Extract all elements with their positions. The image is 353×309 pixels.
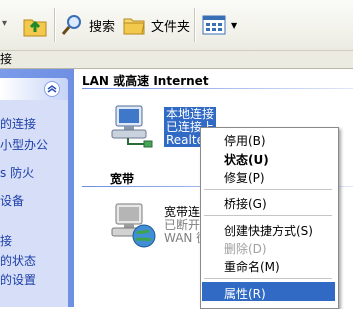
- address-bar: 接: [0, 51, 353, 69]
- menu-separator: [204, 189, 332, 190]
- menu-item-create-shortcut[interactable]: 创建快捷方式(S): [224, 222, 313, 239]
- toolbar-separator: [194, 8, 195, 42]
- search-icon: [61, 15, 81, 35]
- local-connection-item[interactable]: [108, 100, 164, 154]
- task-link[interactable]: 的状态: [0, 252, 36, 269]
- views-button[interactable]: ▼: [202, 10, 237, 40]
- menu-item-status[interactable]: 状态(U): [224, 151, 269, 168]
- group-header-lan: LAN 或高速 Internet: [82, 74, 209, 88]
- search-label: 搜索: [89, 19, 116, 35]
- chevron-up-icon: [47, 85, 57, 93]
- folders-icon: [123, 18, 145, 35]
- menu-item-rename[interactable]: 重命名(M): [224, 258, 280, 275]
- task-link[interactable]: 的设置: [0, 271, 36, 288]
- group-header-broadband: 宽带: [110, 172, 135, 186]
- menu-item-properties[interactable]: 属性(R): [224, 285, 266, 302]
- network-connection-icon: [111, 105, 153, 148]
- group-divider: [82, 88, 353, 89]
- up-folder-button[interactable]: [22, 10, 48, 40]
- address-label: 接: [0, 52, 13, 66]
- menu-item-repair[interactable]: 修复(P): [224, 169, 265, 186]
- task-link[interactable]: 的连接: [0, 115, 36, 132]
- chevron-down-icon: ▼: [231, 20, 238, 30]
- broadband-connection-item[interactable]: [108, 198, 164, 254]
- task-link[interactable]: s 防火: [0, 164, 34, 181]
- menu-item-bridge[interactable]: 桥接(G): [224, 195, 267, 212]
- local-connection-name: 本地连接: [164, 107, 217, 121]
- broadband-connection-icon: [111, 203, 156, 248]
- task-link[interactable]: 小型办公: [0, 136, 48, 153]
- toolbar-separator: [54, 8, 55, 42]
- task-link[interactable]: 设备: [0, 192, 24, 209]
- search-button[interactable]: 搜索: [60, 10, 115, 40]
- menu-item-delete[interactable]: 删除(D): [224, 240, 267, 257]
- folders-button[interactable]: 文件夹: [122, 10, 190, 40]
- folders-label: 文件夹: [151, 19, 191, 35]
- menu-separator: [204, 278, 332, 279]
- menu-separator: [204, 215, 332, 216]
- up-folder-icon: [23, 19, 47, 37]
- views-icon: [202, 15, 226, 35]
- menu-item-highlight: [202, 282, 335, 301]
- scroll-left-arrow-icon[interactable]: ▾: [2, 18, 7, 29]
- task-link[interactable]: 接: [0, 232, 12, 249]
- collapse-button[interactable]: [44, 81, 60, 97]
- menu-item-disable[interactable]: 停用(B): [224, 132, 266, 149]
